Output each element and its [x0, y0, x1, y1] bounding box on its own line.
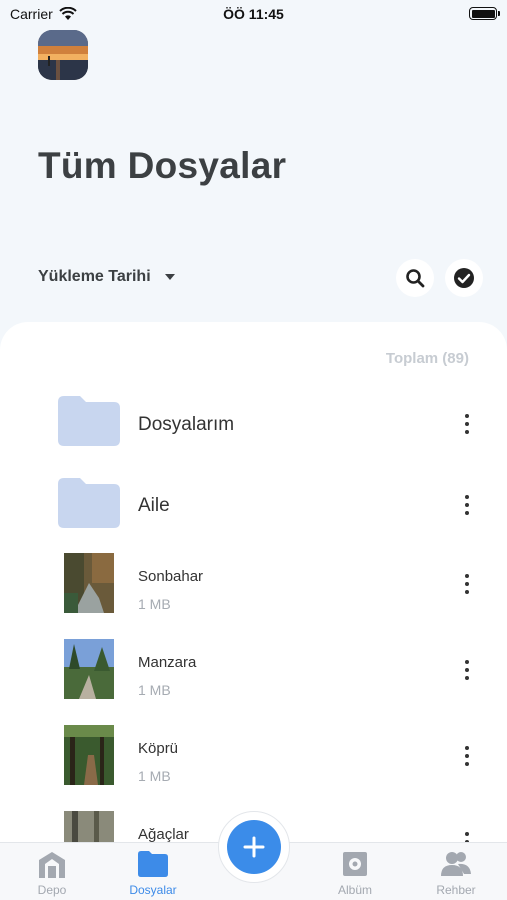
total-count: Toplam (89)	[385, 350, 469, 367]
item-size: 1 MB	[138, 768, 171, 784]
tab-rehber[interactable]: Rehber	[416, 849, 496, 897]
add-button[interactable]	[227, 820, 281, 874]
plus-icon	[243, 836, 265, 858]
item-size: 1 MB	[138, 682, 171, 698]
more-options-icon[interactable]	[457, 658, 477, 682]
item-name: Köprü	[138, 740, 179, 757]
tab-label: Rehber	[436, 883, 476, 897]
tab-dosyalar[interactable]: Dosyalar	[113, 849, 193, 897]
folder-icon	[58, 396, 120, 446]
image-thumbnail	[64, 725, 114, 785]
more-options-icon[interactable]	[457, 493, 477, 517]
sort-label: Yükleme Tarihi	[38, 268, 151, 285]
status-bar: Carrier ÖÖ 11:45	[0, 0, 507, 28]
avatar[interactable]	[38, 30, 88, 80]
folder-icon	[138, 851, 168, 877]
list-item[interactable]: Manzara 1 MB	[0, 636, 507, 716]
list-item[interactable]: Sonbahar 1 MB	[0, 550, 507, 630]
list-item[interactable]: Köprü 1 MB	[0, 722, 507, 802]
search-button[interactable]	[396, 259, 434, 297]
storage-icon	[39, 852, 65, 878]
album-icon	[343, 852, 367, 876]
tab-depo[interactable]: Depo	[12, 849, 92, 897]
select-button[interactable]	[445, 259, 483, 297]
image-thumbnail	[64, 553, 114, 613]
tab-label: Albüm	[337, 883, 372, 897]
tab-label: Dosyalar	[129, 883, 177, 897]
folder-icon	[58, 478, 120, 528]
item-size: 1 MB	[138, 596, 171, 612]
sort-dropdown[interactable]: Yükleme Tarihi	[38, 268, 175, 286]
more-options-icon[interactable]	[457, 572, 477, 596]
item-name: Sonbahar	[138, 568, 204, 585]
list-item[interactable]: Dosyalarım	[0, 382, 507, 462]
caret-down-icon	[164, 274, 175, 280]
more-options-icon[interactable]	[457, 744, 477, 768]
more-options-icon[interactable]	[457, 412, 477, 436]
item-name: Ağaçlar	[138, 826, 189, 843]
status-time: ÖÖ 11:45	[223, 6, 284, 22]
tab-album[interactable]: Albüm	[315, 849, 395, 897]
image-thumbnail	[64, 639, 114, 699]
search-icon	[406, 269, 425, 288]
item-name: Dosyalarım	[138, 414, 235, 435]
page-title: Tüm Dosyalar	[38, 145, 287, 186]
check-circle-icon	[454, 268, 474, 288]
battery-icon	[469, 7, 500, 20]
item-name: Aile	[138, 495, 170, 516]
list-item[interactable]: Aile	[0, 463, 507, 543]
tab-label: Depo	[37, 883, 67, 897]
item-name: Manzara	[138, 654, 197, 671]
contacts-icon	[441, 852, 471, 876]
avatar-photo	[38, 30, 88, 80]
